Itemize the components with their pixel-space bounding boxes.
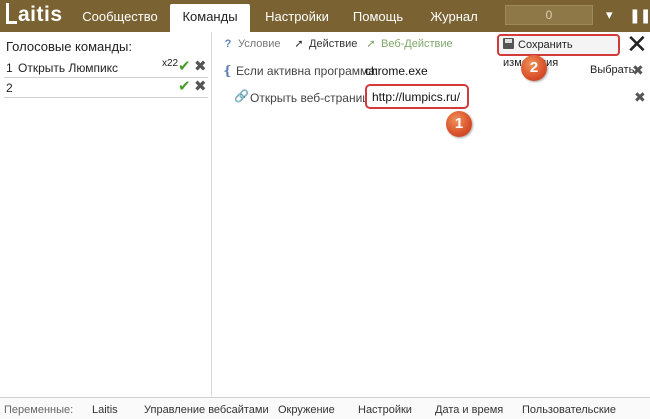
add-web-action-button[interactable]: ➚ Веб-Действие [364,36,453,54]
web-action-label: Веб-Действие [381,38,453,50]
voice-commands-title: Голосовые команды: [6,39,132,54]
program-value[interactable]: chrome.exe [365,64,428,78]
top-bar: aitis Сообщество Команды Настройки Помощ… [0,0,650,32]
command-number: 2 [6,81,13,95]
callout-badge: 2 [521,55,547,81]
command-row[interactable]: 2 ✔ ✖ [4,78,208,98]
variables-label: Переменные: [4,404,74,416]
variables-tab-settings[interactable]: Настройки [358,404,412,416]
variables-tab-datetime[interactable]: Дата и время [435,404,503,416]
condition-text: Если активна программа: [236,64,379,78]
microphone-icon[interactable]: ▾ [606,6,613,24]
brace-icon: ❴ [222,63,233,78]
check-icon[interactable]: ✔ [178,58,191,76]
variables-tab-websites[interactable]: Управление вебсайтами [144,404,269,416]
remove-condition-icon[interactable]: ✖ [632,62,644,79]
voice-commands-panel: Голосовые команды: 1 Открыть Люмпикс x22… [0,32,212,396]
tab-settings[interactable]: Настройки [257,4,337,32]
add-condition-button[interactable]: ? Условие [221,36,281,54]
recognition-counter: 0 [505,5,593,25]
choose-program-button[interactable]: Выбрать [590,64,634,76]
tab-community[interactable]: Сообщество [72,4,168,32]
floppy-disk-icon [503,38,514,49]
command-row[interactable]: 1 Открыть Люмпикс x22 ✔ ✖ [4,58,208,78]
close-editor-icon[interactable]: ✕ [626,31,648,57]
close-icon[interactable]: ✖ [194,58,207,76]
action-label: Действие [309,38,358,50]
app-logo: aitis [6,3,63,27]
variables-tab-laitis[interactable]: Laitis [92,404,118,416]
question-icon: ? [224,38,232,50]
web-cursor-icon: ➚ [366,38,376,50]
condition-row: ❴ Если активна программа: chrome.exe Выб… [222,62,648,81]
close-icon[interactable]: ✖ [194,78,207,96]
save-changes-button[interactable]: Сохранить изменения [497,34,620,69]
remove-action-icon[interactable]: ✖ [634,89,646,106]
tab-commands[interactable]: Команды [170,4,250,32]
url-input[interactable] [365,84,469,109]
logo-text: aitis [18,3,63,26]
variables-tab-custom[interactable]: Пользовательские [522,404,616,416]
web-action-row: 🔗 Открыть веб-страницу: ✖ [232,84,648,109]
pause-icon[interactable]: ❚❚ [629,6,650,24]
open-webpage-label: Открыть веб-страницу: [250,91,379,105]
callout-badge: 1 [446,111,472,137]
tab-journal[interactable]: Журнал [418,4,490,32]
add-action-button[interactable]: ➚ Действие [292,36,357,54]
command-count-badge: x22 [162,58,179,69]
tab-help[interactable]: Помощь [342,4,414,32]
variables-tab-environment[interactable]: Окружение [278,404,335,416]
link-icon: 🔗 [234,89,249,103]
logo-l-mark [6,3,17,24]
command-text[interactable]: Открыть Люмпикс [18,61,118,75]
check-icon[interactable]: ✔ [178,78,191,96]
cursor-icon: ➚ [294,38,304,50]
condition-label: Условие [238,38,281,50]
variables-bar: Переменные: Laitis Управление вебсайтами… [0,397,650,419]
command-number: 1 [6,61,13,75]
